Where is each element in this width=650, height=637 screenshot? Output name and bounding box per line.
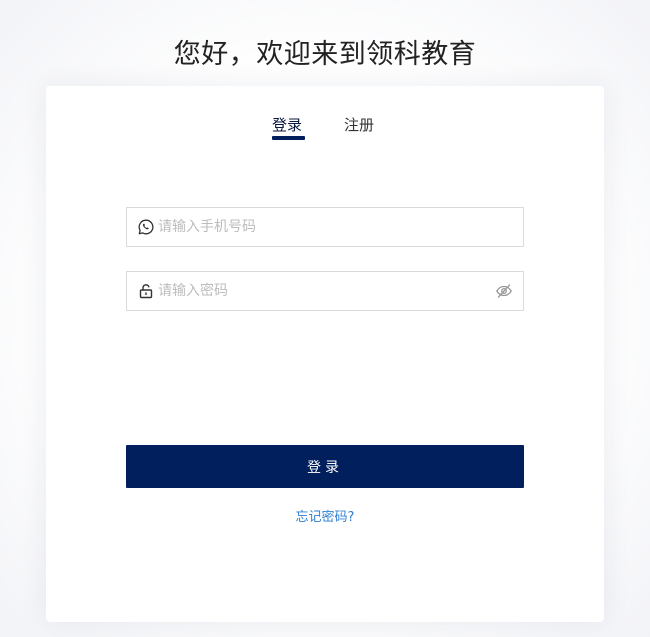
login-card: 登录 注册 请输入手机号码 登录 忘记密码?: [46, 86, 604, 622]
password-input[interactable]: [158, 272, 495, 310]
eye-hidden-icon[interactable]: [495, 282, 513, 300]
auth-tabs: 登录 注册: [46, 114, 604, 144]
active-tab-indicator: [272, 136, 305, 140]
login-button[interactable]: 登录: [126, 445, 524, 488]
page-title: 您好，欢迎来到领科教育: [173, 39, 477, 70]
phone-input[interactable]: [158, 208, 523, 246]
password-field[interactable]: [126, 271, 524, 311]
forgot-password-link[interactable]: 忘记密码?: [46, 506, 604, 525]
tab-register[interactable]: 注册: [344, 114, 374, 142]
login-page: 您好，欢迎来到领科教育 登录 注册 请输入手机号码 登录 忘记密码?: [0, 0, 650, 637]
phone-field[interactable]: [126, 207, 524, 247]
whatsapp-phone-icon: [138, 219, 154, 235]
lock-icon: [138, 283, 154, 299]
